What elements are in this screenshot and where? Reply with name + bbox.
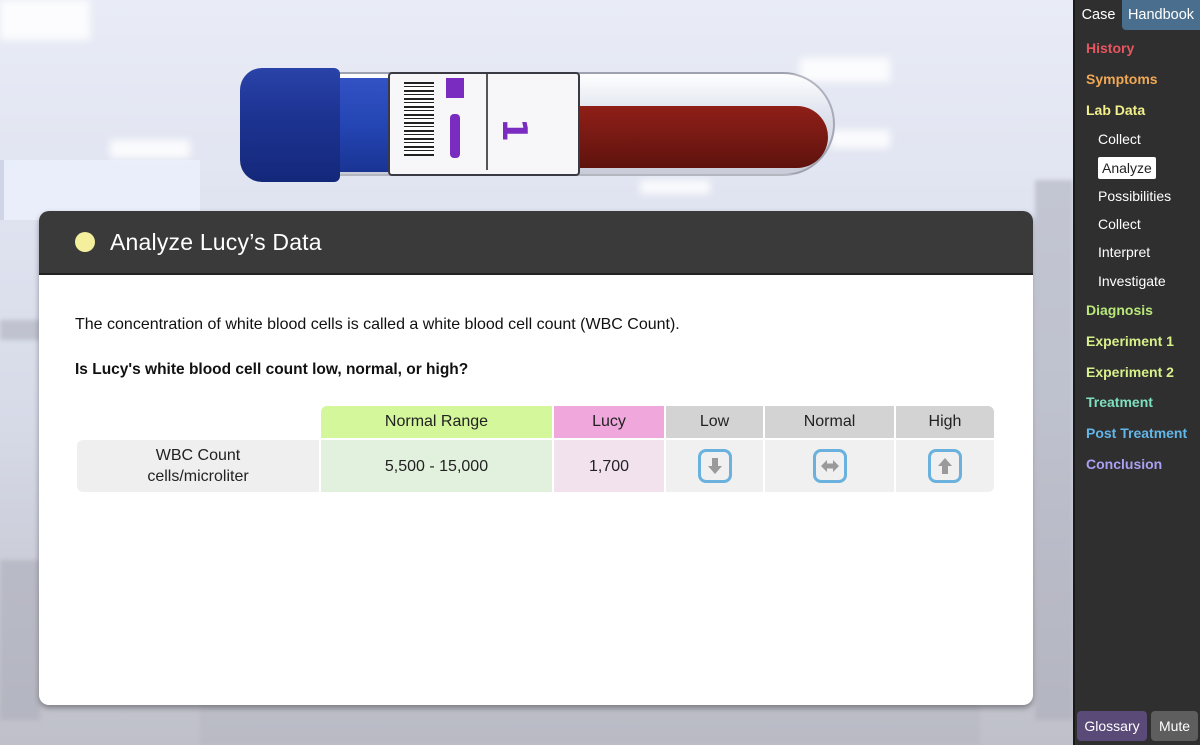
header-normal-range: Normal Range — [321, 406, 552, 438]
sidebar-item-label: Treatment — [1086, 394, 1153, 411]
high-choice-button[interactable] — [928, 449, 962, 483]
row-label: WBC Count cells/microliter — [77, 440, 319, 492]
label-divider — [486, 74, 488, 170]
sidebar-item-possibilities[interactable]: Possibilities — [1075, 182, 1200, 210]
blood-sample — [570, 106, 828, 168]
sidebar-item-label: Analyze — [1098, 156, 1156, 179]
header-label — [77, 406, 319, 438]
lucy-value: 1,700 — [554, 440, 664, 492]
row-label-line2: cells/microliter — [147, 468, 249, 485]
sidebar-item-treatment[interactable]: Treatment — [1075, 387, 1200, 418]
sidebar-item-post-treatment[interactable]: Post Treatment — [1075, 418, 1200, 449]
panel-header: Analyze Lucy’s Data — [39, 211, 1033, 275]
panel-title: Analyze Lucy’s Data — [110, 228, 322, 255]
intro-text: The concentration of white blood cells i… — [75, 316, 680, 333]
analyze-panel: Analyze Lucy’s Data The concentration of… — [39, 211, 1033, 705]
tube-cap — [240, 68, 340, 182]
tube-number: 1 — [493, 118, 534, 142]
label-color-pill — [450, 114, 460, 158]
sidebar-item-history[interactable]: History — [1075, 33, 1200, 64]
mute-button[interactable]: Mute — [1151, 711, 1198, 741]
sidebar-item-label: Lab Data — [1086, 101, 1146, 118]
low-choice-button[interactable] — [697, 449, 732, 483]
question-text: Is Lucy's white blood cell count low, no… — [75, 361, 469, 378]
table-header-row: Normal Range Lucy Low Normal High — [77, 406, 997, 438]
sidebar-item-lab-data[interactable]: Lab Data — [1075, 94, 1200, 125]
low-cell — [666, 440, 763, 492]
glossary-button[interactable]: Glossary — [1077, 711, 1147, 741]
sidebar-item-label: Post Treatment — [1086, 424, 1188, 441]
arrow-up-icon — [938, 458, 952, 474]
sidebar-bottom-buttons: Glossary Mute — [1077, 711, 1198, 741]
table-row: WBC Count cells/microliter 5,500 - 15,00… — [77, 440, 997, 492]
sidebar-item-experiment-2[interactable]: Experiment 2 — [1075, 356, 1200, 387]
sidebar-item-collect-2[interactable]: Collect — [1075, 210, 1200, 238]
arrow-left-right-icon — [820, 460, 839, 472]
sidebar-item-diagnosis[interactable]: Diagnosis — [1075, 295, 1200, 326]
sidebar-item-label: Experiment 2 — [1086, 363, 1174, 380]
sidebar-item-label: Collect — [1098, 216, 1141, 233]
tube-label: 1 — [388, 72, 580, 176]
blood-sample-tube: 1 — [240, 66, 840, 184]
header-high: High — [896, 406, 994, 438]
sidebar-item-experiment-1[interactable]: Experiment 1 — [1075, 326, 1200, 357]
sidebar-item-symptoms[interactable]: Symptoms — [1075, 64, 1200, 95]
sidebar-item-label: Diagnosis — [1086, 302, 1153, 319]
tab-case[interactable]: Case — [1075, 0, 1122, 30]
header-low: Low — [666, 406, 763, 438]
sidebar-item-label: Symptoms — [1086, 71, 1158, 88]
arrow-down-icon — [707, 458, 722, 474]
normal-range-value: 5,500 - 15,000 — [321, 440, 552, 492]
panel-body: The concentration of white blood cells i… — [39, 275, 1033, 380]
high-cell — [896, 440, 994, 492]
status-dot-icon — [75, 232, 95, 252]
sidebar-item-collect[interactable]: Collect — [1075, 125, 1200, 153]
sidebar-item-label: Interpret — [1098, 244, 1151, 261]
sidebar-item-conclusion[interactable]: Conclusion — [1075, 448, 1200, 479]
normal-cell — [765, 440, 894, 492]
tube-neck — [336, 78, 396, 172]
header-lucy: Lucy — [554, 406, 664, 438]
normal-choice-button[interactable] — [812, 449, 847, 483]
header-normal: Normal — [765, 406, 894, 438]
sidebar: Case Handbook History Symptoms Lab Data … — [1073, 0, 1200, 745]
wbc-data-table: Normal Range Lucy Low Normal High WBC Co… — [77, 406, 997, 492]
sidebar-item-investigate[interactable]: Investigate — [1075, 267, 1200, 295]
sidebar-tabs: Case Handbook — [1075, 0, 1200, 30]
barcode-icon — [404, 82, 434, 156]
tab-handbook[interactable]: Handbook — [1122, 0, 1200, 30]
sidebar-item-label: Possibilities — [1098, 187, 1172, 204]
sidebar-item-label: Investigate — [1098, 272, 1166, 289]
sidebar-nav: History Symptoms Lab Data Collect Analyz… — [1075, 30, 1200, 479]
sidebar-item-label: Conclusion — [1086, 455, 1163, 472]
row-label-line1: WBC Count — [155, 447, 241, 464]
sidebar-item-label: History — [1086, 40, 1135, 57]
sidebar-item-label: Collect — [1098, 131, 1141, 148]
label-color-block — [446, 78, 464, 98]
sidebar-item-label: Experiment 1 — [1086, 332, 1174, 349]
sidebar-item-analyze[interactable]: Analyze — [1075, 153, 1200, 181]
sidebar-item-interpret[interactable]: Interpret — [1075, 238, 1200, 266]
